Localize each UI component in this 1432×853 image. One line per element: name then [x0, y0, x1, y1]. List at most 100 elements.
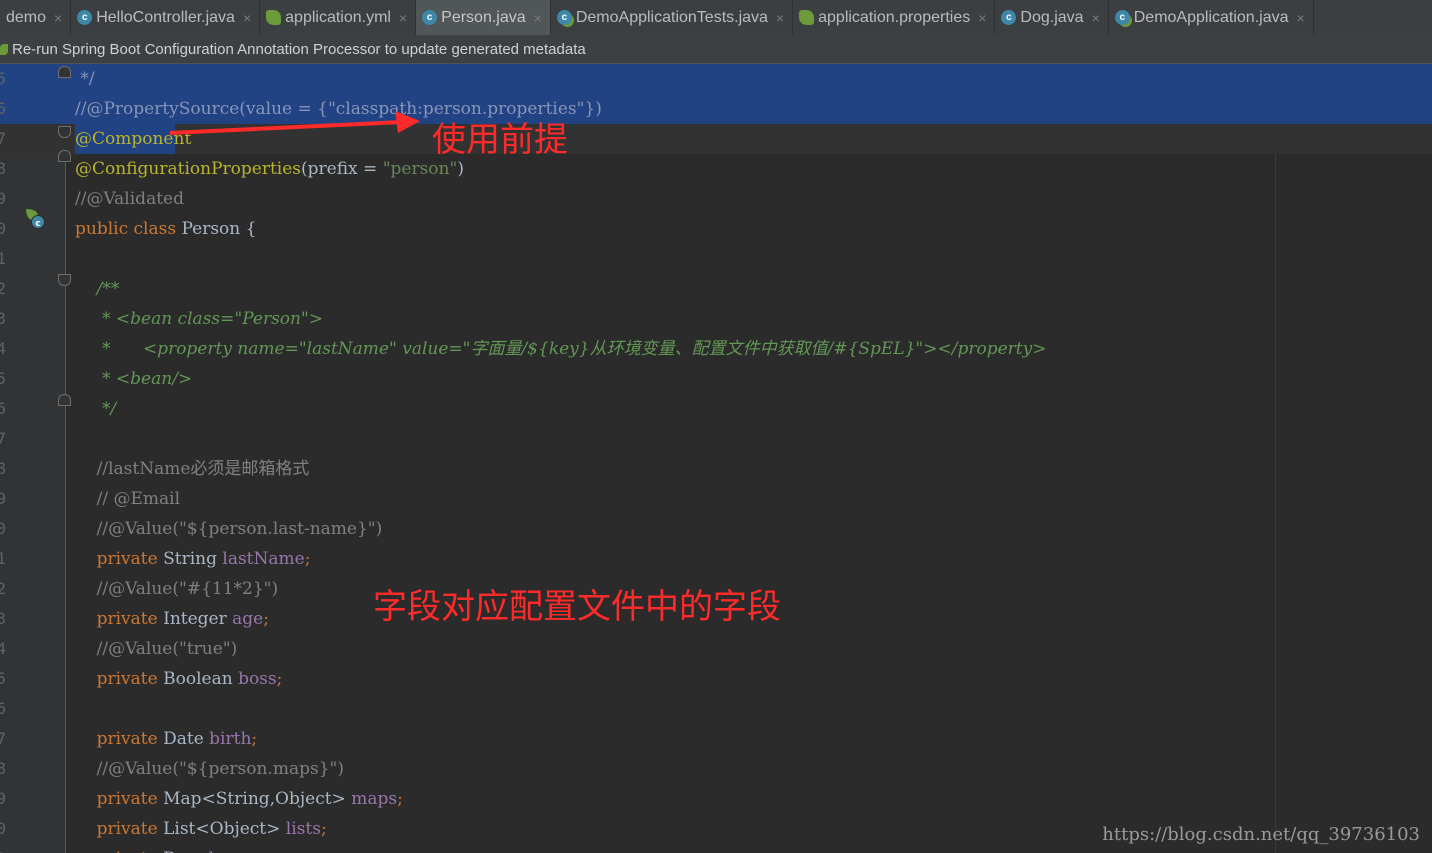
close-tab-icon[interactable]: ×	[1092, 10, 1100, 26]
code-line[interactable]: 1	[0, 244, 1432, 274]
line-number: 9	[0, 189, 6, 208]
code-token: String	[163, 549, 223, 569]
tab-demoapplicationtests-java[interactable]: c DemoApplicationTests.java ×	[551, 0, 794, 35]
code-line[interactable]: 5 */	[0, 64, 1432, 94]
fold-marker[interactable]	[58, 126, 71, 138]
line-number: 8	[0, 159, 6, 178]
spring-bean-gutter-icon[interactable]: c	[24, 207, 46, 229]
code-line[interactable]: 1 private Dog dog;	[0, 844, 1432, 853]
code-text[interactable]: // @Email	[75, 484, 180, 514]
code-token: boss	[238, 669, 277, 689]
code-text[interactable]: //@Value("${person.maps}")	[75, 754, 344, 784]
code-text[interactable]: private Boolean boss;	[75, 664, 283, 694]
fold-marker[interactable]	[58, 66, 71, 78]
code-line[interactable]: 3 * <bean class="Person">	[0, 304, 1432, 334]
code-token: private	[75, 669, 164, 689]
code-text[interactable]: //lastName必须是邮箱格式	[75, 454, 310, 484]
close-tab-icon[interactable]: ×	[243, 10, 251, 26]
code-text[interactable]: @ConfigurationProperties(prefix = "perso…	[75, 154, 464, 184]
close-tab-icon[interactable]: ×	[534, 10, 542, 26]
fold-marker[interactable]	[58, 394, 71, 406]
code-text[interactable]: private String lastName;	[75, 544, 311, 574]
code-text[interactable]: * <property name="lastName" value="字面量/$…	[75, 334, 1046, 364]
tab-label: Dog.java	[1020, 8, 1084, 26]
fold-marker[interactable]	[58, 274, 71, 286]
tab-demoapplication-java[interactable]: c DemoApplication.java ×	[1109, 0, 1314, 35]
code-line[interactable]: 7	[0, 424, 1432, 454]
line-number: 3	[0, 309, 6, 328]
code-line[interactable]: 8 //lastName必须是邮箱格式	[0, 454, 1432, 484]
code-token: @ConfigurationProperties	[75, 159, 301, 179]
code-text[interactable]: private Integer age;	[75, 604, 269, 634]
code-token: //lastName必须是邮箱格式	[75, 459, 310, 479]
line-number: 2	[0, 579, 6, 598]
code-token: // @Email	[75, 489, 181, 509]
java-class-icon: c	[1001, 10, 1017, 25]
tab-demo[interactable]: demo ×	[0, 0, 72, 35]
java-class-icon: c	[422, 10, 438, 25]
close-tab-icon[interactable]: ×	[776, 10, 784, 26]
code-line[interactable]: 9 //@Validated	[0, 184, 1432, 214]
tab-label: application.yml	[285, 8, 391, 26]
close-tab-icon[interactable]: ×	[978, 10, 986, 26]
code-line[interactable]: 9 private Map<String,Object> maps;	[0, 784, 1432, 814]
code-line[interactable]: 4 //@Value("true")	[0, 634, 1432, 664]
notification-text[interactable]: Re-run Spring Boot Configuration Annotat…	[12, 41, 586, 58]
notification-bar[interactable]: Re-run Spring Boot Configuration Annotat…	[0, 35, 1432, 64]
code-token: ;	[263, 609, 269, 629]
code-line[interactable]: 0 //@Value("${person.last-name}")	[0, 514, 1432, 544]
line-number: 6	[0, 699, 6, 718]
code-text[interactable]: //@Validated	[75, 184, 184, 214]
code-text[interactable]: */	[75, 64, 94, 94]
code-line[interactable]: 5 * <bean/>	[0, 364, 1432, 394]
tab-label: application.properties	[818, 8, 971, 26]
close-tab-icon[interactable]: ×	[1297, 10, 1305, 26]
code-editor[interactable]: 5 */6//@PropertySource(value = {"classpa…	[0, 64, 1432, 853]
line-number: 8	[0, 459, 6, 478]
code-token: ;	[251, 729, 258, 749]
code-text[interactable]: private List<Object> lists;	[75, 814, 327, 844]
fold-marker[interactable]	[58, 150, 71, 162]
code-line[interactable]: 8 //@Value("${person.maps}")	[0, 754, 1432, 784]
tab-application-yml[interactable]: application.yml ×	[260, 0, 417, 35]
spring-leaf-icon	[0, 43, 8, 55]
code-text[interactable]: * <bean class="Person">	[75, 304, 323, 334]
code-line[interactable]: 7 private Date birth;	[0, 724, 1432, 754]
code-token: * <bean class="Person">	[75, 309, 324, 329]
code-text[interactable]: * <bean/>	[75, 364, 192, 394]
code-line[interactable]: 8 @ConfigurationProperties(prefix = "pers…	[0, 154, 1432, 184]
tab-application-properties[interactable]: application.properties ×	[793, 0, 996, 35]
code-token: //@Validated	[75, 189, 184, 209]
code-line[interactable]: 9 // @Email	[0, 484, 1432, 514]
code-line[interactable]: 5 private Boolean boss;	[0, 664, 1432, 694]
line-number: 8	[0, 759, 6, 778]
code-line[interactable]: 2 /**	[0, 274, 1432, 304]
code-text[interactable]: //@Value("true")	[75, 634, 238, 664]
code-line[interactable]: 1 private String lastName;	[0, 544, 1432, 574]
code-line[interactable]: 6 */	[0, 394, 1432, 424]
code-text[interactable]: private Map<String,Object> maps;	[75, 784, 403, 814]
code-token: public class	[75, 219, 182, 239]
code-text[interactable]: /**	[75, 274, 120, 304]
code-token: /**	[75, 279, 120, 299]
code-line[interactable]: 6	[0, 694, 1432, 724]
line-number: 0	[0, 519, 6, 538]
code-text[interactable]: private Dog dog;	[75, 844, 241, 853]
line-number: 5	[0, 369, 6, 388]
code-text[interactable]: private Date birth;	[75, 724, 258, 754]
close-tab-icon[interactable]: ×	[399, 10, 407, 26]
code-text[interactable]: public class Person {	[75, 214, 256, 244]
code-line[interactable]: 0 public class Person {	[0, 214, 1432, 244]
code-text[interactable]: //@Value("#{11*2}")	[75, 574, 279, 604]
code-token: ;	[304, 549, 311, 569]
code-line[interactable]: 4 * <property name="lastName" value="字面量…	[0, 334, 1432, 364]
code-text[interactable]: */	[75, 394, 116, 424]
code-text[interactable]: //@Value("${person.last-name}")	[75, 514, 383, 544]
tab-person-java[interactable]: c Person.java ×	[416, 0, 551, 35]
tab-hellocontroller-java[interactable]: c HelloController.java ×	[71, 0, 261, 35]
line-number: 7	[0, 129, 6, 148]
code-token: private	[75, 819, 164, 839]
code-token: //@Value("true")	[75, 639, 238, 659]
close-tab-icon[interactable]: ×	[54, 10, 62, 26]
tab-dog-java[interactable]: c Dog.java ×	[995, 0, 1109, 35]
